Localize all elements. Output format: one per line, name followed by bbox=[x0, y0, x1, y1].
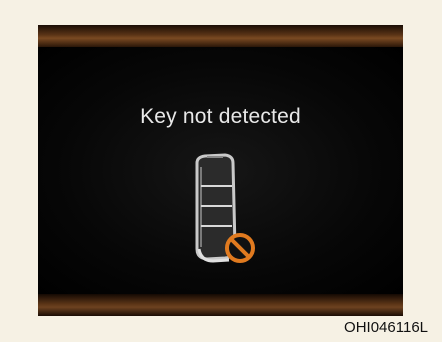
top-accent-bar bbox=[38, 25, 403, 47]
figure-code: OHI046116L bbox=[344, 319, 428, 336]
warning-message: Key not detected bbox=[140, 105, 301, 128]
smart-key-fob-icon bbox=[195, 153, 255, 263]
figure-frame: Key not detected OHI046116L bbox=[0, 0, 442, 342]
cluster-display: Key not detected bbox=[38, 25, 403, 316]
bottom-accent-bar bbox=[38, 294, 403, 316]
prohibited-icon bbox=[225, 233, 255, 263]
